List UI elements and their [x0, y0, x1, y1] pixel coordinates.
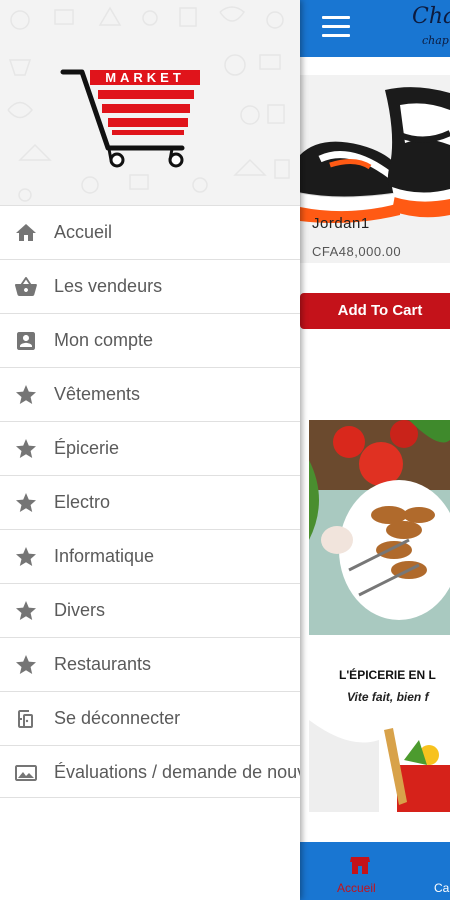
account-box-icon [17, 332, 35, 350]
market-cart-logo: MARKET [60, 69, 200, 168]
logo-text: MARKET [105, 70, 185, 85]
add-to-cart-button[interactable]: Add To Cart [300, 293, 450, 329]
drawer-item-label: Épicerie [54, 438, 120, 458]
star-icon [16, 439, 36, 458]
drawer-item-label: Se déconnecter [54, 708, 181, 728]
banner-headline: L'ÉPICERIE EN L [339, 668, 436, 682]
drawer-item-label: Divers [54, 600, 106, 620]
logout-icon [18, 710, 33, 728]
drawer-item-vendeurs[interactable]: Les vendeurs [0, 259, 300, 313]
drawer-item-accueil[interactable]: Accueil [0, 205, 300, 259]
drawer-item-mon-compte[interactable]: Mon compte [0, 313, 300, 367]
star-icon [16, 493, 36, 512]
drawer-item-label: Mon compte [54, 330, 154, 350]
drawer-item-label: Accueil [54, 222, 113, 242]
bottom-nav-accueil-label[interactable]: Accueil [337, 881, 376, 895]
home-icon [16, 224, 36, 241]
drawer-item-informatique[interactable]: Informatique [0, 529, 300, 583]
bottom-nav-next-label[interactable]: Ca [434, 881, 449, 895]
menu-hamburger-icon[interactable] [322, 16, 350, 38]
star-icon [16, 385, 36, 404]
star-icon [16, 601, 36, 620]
drawer-item-label: Les vendeurs [54, 276, 163, 296]
divider [0, 797, 300, 798]
feedback-icon [15, 765, 37, 781]
brand-logo-text: Chap [412, 4, 450, 29]
drawer-item-deconnecter[interactable]: Se déconnecter [0, 691, 300, 745]
store-icon[interactable] [348, 853, 372, 877]
product-image[interactable] [300, 75, 450, 263]
drawer-item-evaluations[interactable]: Évaluations / demande de nouvelles fonct… [0, 745, 300, 799]
banner-tagline: Vite fait, bien f [347, 690, 429, 704]
basket-icon [15, 277, 37, 296]
drawer-item-divers[interactable]: Divers [0, 583, 300, 637]
brand-logo-subtext: chap [422, 34, 449, 47]
star-icon [16, 547, 36, 566]
drawer-item-label: Electro [54, 492, 111, 512]
navigation-drawer: MARKET Accueil Les vendeurs Mon compte V… [0, 0, 300, 900]
drawer-item-epicerie[interactable]: Épicerie [0, 421, 300, 475]
drawer-item-vetements[interactable]: Vêtements [0, 367, 300, 421]
grocery-promo-banner[interactable]: L'ÉPICERIE EN L Vite fait, bien f [309, 420, 450, 812]
drawer-item-label: Restaurants [54, 654, 152, 674]
product-price: CFA48,000.00 [312, 244, 402, 259]
drawer-item-electro[interactable]: Electro [0, 475, 300, 529]
drawer-item-label: Informatique [54, 546, 155, 566]
drawer-item-label: Vêtements [54, 384, 141, 404]
drawer-item-label: Évaluations / demande de nouvelles fonct… [54, 762, 300, 782]
drawer-item-restaurants[interactable]: Restaurants [0, 637, 300, 691]
product-name[interactable]: Jordan1 [312, 215, 370, 232]
drawer-header: MARKET [0, 0, 300, 205]
star-icon [16, 655, 36, 674]
